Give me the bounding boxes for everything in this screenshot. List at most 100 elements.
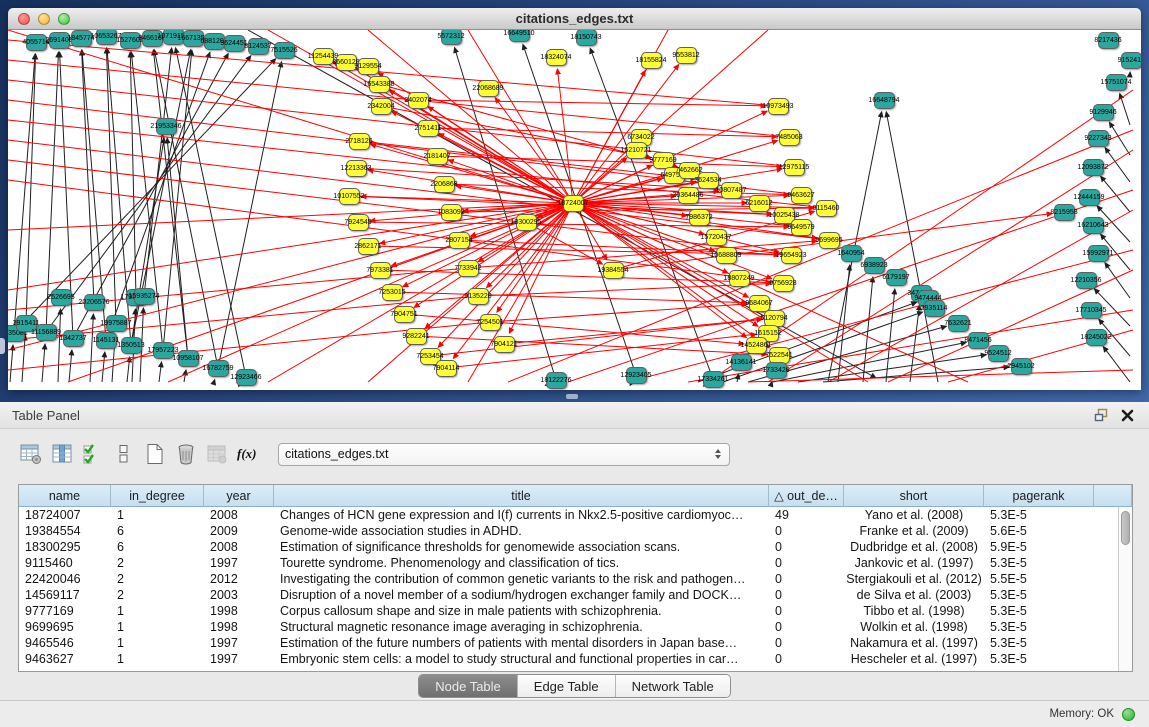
row-options-icon[interactable] <box>111 441 137 467</box>
cell-in_degree[interactable]: 6 <box>111 539 204 555</box>
network-node[interactable]: 1527602 <box>120 32 141 49</box>
network-node[interactable]: 15720437 <box>706 229 727 246</box>
cell-in_degree[interactable]: 1 <box>111 603 204 619</box>
network-node[interactable]: 10958107 <box>178 350 199 367</box>
network-node[interactable]: 1640954 <box>841 245 862 262</box>
cell-short[interactable]: Stergiakouli et al. (2012) <box>844 571 984 587</box>
network-node[interactable]: 9649579 <box>791 219 812 236</box>
network-node[interactable]: 11156889 <box>36 324 57 341</box>
delete-table-icon[interactable] <box>204 441 230 467</box>
network-node[interactable]: 6179197 <box>886 269 907 286</box>
network-node[interactable]: 7973381 <box>370 262 391 279</box>
network-node[interactable]: 19975887 <box>106 315 127 332</box>
table-row[interactable]: 977716911998Corpus callosum shape and si… <box>19 603 1132 619</box>
network-node[interactable]: 1083092 <box>441 204 462 221</box>
cell-name[interactable]: 9115460 <box>19 555 111 571</box>
show-columns-icon[interactable] <box>49 441 75 467</box>
table-vertical-scrollbar[interactable] <box>1118 507 1132 671</box>
cell-in_degree[interactable]: 1 <box>111 507 204 523</box>
cell-out_degree[interactable]: 0 <box>769 523 844 539</box>
table-row[interactable]: 2242004622012Investigating the contribut… <box>19 571 1132 587</box>
network-node[interactable]: 2691406 <box>49 32 70 49</box>
cell-out_degree[interactable]: 0 <box>769 571 844 587</box>
network-node[interactable]: 16210721 <box>626 142 647 159</box>
network-node[interactable]: 1733426 <box>766 362 787 379</box>
network-node[interactable]: 18155824 <box>641 52 662 69</box>
cell-pagerank[interactable]: 5.3E-5 <box>984 651 1094 667</box>
cell-title[interactable]: Structural magnetic resonance image aver… <box>274 619 769 635</box>
network-node[interactable]: 7904751 <box>394 306 415 323</box>
cell-out_degree[interactable]: 0 <box>769 603 844 619</box>
cell-year[interactable]: 2008 <box>204 539 274 555</box>
network-node[interactable]: 9524512 <box>988 345 1009 362</box>
tab-node-table[interactable]: Node Table <box>419 675 518 697</box>
new-document-icon[interactable] <box>142 441 168 467</box>
network-node[interactable]: 8471456 <box>968 332 989 349</box>
cell-year[interactable]: 2008 <box>204 507 274 523</box>
network-node[interactable]: 7904121 <box>494 336 515 353</box>
network-node[interactable]: 10107552 <box>339 188 360 205</box>
network-node[interactable]: 9227343 <box>1088 130 1109 147</box>
network-node[interactable]: 2718126 <box>349 133 370 150</box>
network-node[interactable]: 20364486 <box>678 187 699 204</box>
cell-out_degree[interactable]: 0 <box>769 635 844 651</box>
network-node[interactable]: 15992971 <box>1088 245 1109 262</box>
network-node[interactable]: 2935114 <box>924 300 945 317</box>
network-node[interactable]: 1350513 <box>121 337 142 354</box>
network-node[interactable]: 16782759 <box>208 360 229 377</box>
network-node[interactable]: 7632621 <box>948 315 969 332</box>
network-canvas[interactable]: 1872400711254439866012891295541654338823… <box>8 30 1141 390</box>
cell-in_degree[interactable]: 1 <box>111 619 204 635</box>
network-node[interactable]: 11254439 <box>313 48 334 65</box>
network-node[interactable]: 18724007 <box>563 195 584 212</box>
cell-title[interactable]: Corpus callosum shape and size in male p… <box>274 603 769 619</box>
network-node[interactable]: 9135220 <box>468 288 489 305</box>
cell-out_degree[interactable]: 0 <box>769 555 844 571</box>
network-node[interactable]: 10653267 <box>96 30 117 45</box>
network-node[interactable]: 9282241 <box>406 328 427 345</box>
network-node[interactable]: 10688809 <box>716 247 737 264</box>
cell-pagerank[interactable]: 5.3E-5 <box>984 555 1094 571</box>
column-header-out_degree[interactable]: △ out_de… <box>769 485 844 507</box>
column-header-title[interactable]: title <box>274 485 769 507</box>
cell-name[interactable]: 9463627 <box>19 651 111 667</box>
network-node[interactable]: 18324074 <box>546 49 567 66</box>
network-node[interactable]: 7924545 <box>348 214 369 231</box>
cell-in_degree[interactable]: 2 <box>111 571 204 587</box>
cell-year[interactable]: 1997 <box>204 635 274 651</box>
cell-out_degree[interactable]: 0 <box>769 651 844 667</box>
cell-name[interactable]: 22420046 <box>19 571 111 587</box>
table-row[interactable]: 946554611997Estimation of the future num… <box>19 635 1132 651</box>
network-node[interactable]: 2342004 <box>371 98 392 115</box>
network-node[interactable]: 9777169 <box>653 152 674 169</box>
cell-title[interactable]: Investigating the contribution of common… <box>274 571 769 587</box>
network-node[interactable]: 15751074 <box>1106 74 1127 91</box>
function-builder-icon[interactable]: f(x) <box>235 441 261 467</box>
network-node[interactable]: 2526695 <box>51 289 72 306</box>
network-node[interactable]: 1845774 <box>71 30 92 47</box>
table-row[interactable]: 1938455462009Genome-wide association stu… <box>19 523 1132 539</box>
cell-out_degree[interactable]: 0 <box>769 587 844 603</box>
network-window-titlebar[interactable]: citations_edges.txt <box>8 8 1141 30</box>
column-header-short[interactable]: short <box>844 485 984 507</box>
cell-in_degree[interactable]: 1 <box>111 635 204 651</box>
cell-short[interactable]: Dudbridge et al. (2008) <box>844 539 984 555</box>
network-node[interactable]: 2181407 <box>427 148 448 165</box>
cell-pagerank[interactable]: 5.3E-5 <box>984 603 1094 619</box>
network-node[interactable]: 16543388 <box>369 76 390 93</box>
network-node[interactable]: 9115460 <box>816 200 837 217</box>
cell-name[interactable]: 9465546 <box>19 635 111 651</box>
network-node[interactable]: 7904114 <box>436 360 457 377</box>
network-node[interactable]: 17957223 <box>153 342 174 359</box>
tab-edge-table[interactable]: Edge Table <box>518 675 616 697</box>
table-settings-icon[interactable] <box>18 441 44 467</box>
network-node[interactable]: 6216012 <box>749 195 770 212</box>
network-node[interactable]: 8215958 <box>1054 204 1075 221</box>
network-node[interactable]: 6120794 <box>764 310 785 327</box>
network-node[interactable]: 7485063 <box>779 129 800 146</box>
network-node[interactable]: 12093872 <box>1083 159 1104 176</box>
select-columns-icon[interactable] <box>80 441 106 467</box>
network-node[interactable]: 14136141 <box>731 354 752 371</box>
cell-out_degree[interactable]: 0 <box>769 539 844 555</box>
tab-network-table[interactable]: Network Table <box>616 675 730 697</box>
